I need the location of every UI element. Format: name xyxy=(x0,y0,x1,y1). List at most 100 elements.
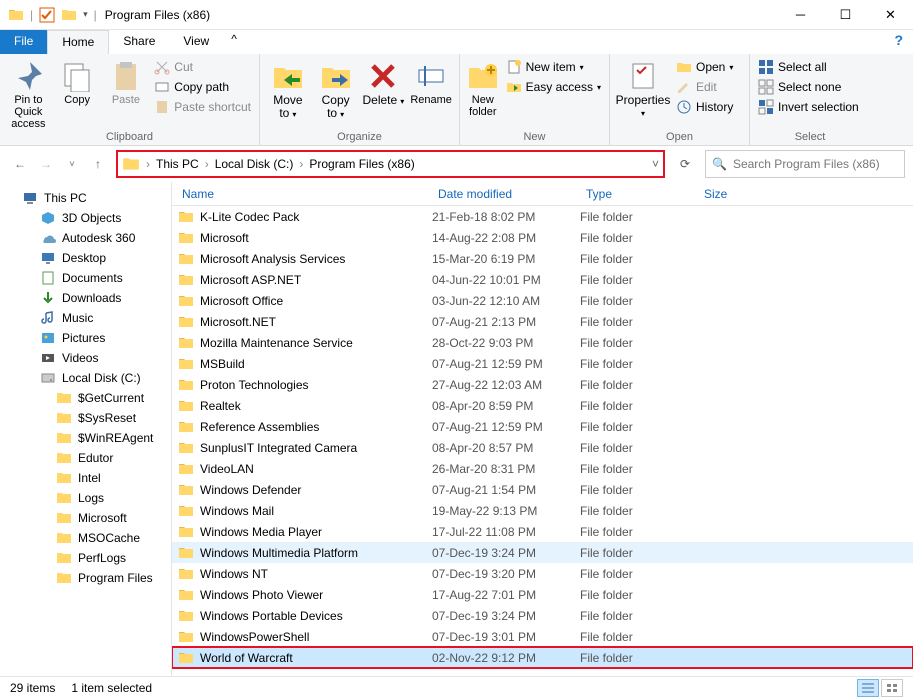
copy-path-button[interactable]: Copy path xyxy=(152,78,253,96)
select-all-button[interactable]: Select all xyxy=(756,58,861,76)
recent-dropdown-icon[interactable]: ˅ xyxy=(60,152,84,176)
up-button[interactable]: ↑ xyxy=(86,152,110,176)
column-header-date[interactable]: Date modified xyxy=(428,187,576,201)
table-row[interactable]: WindowsPowerShell07-Dec-19 3:01 PMFile f… xyxy=(172,626,913,647)
chevron-right-icon[interactable]: › xyxy=(203,157,211,171)
pin-to-quick-access-button[interactable]: Pin to Quick access xyxy=(6,58,51,130)
table-row[interactable]: Reference Assemblies07-Aug-21 12:59 PMFi… xyxy=(172,416,913,437)
sidebar-item[interactable]: Videos xyxy=(0,348,171,368)
paste-button[interactable]: Paste xyxy=(104,58,149,106)
file-type: File folder xyxy=(580,252,698,266)
search-input[interactable]: 🔍 Search Program Files (x86) xyxy=(705,150,905,178)
breadcrumb-part[interactable]: Program Files (x86) xyxy=(305,157,418,171)
sidebar-item[interactable]: Music xyxy=(0,308,171,328)
table-row[interactable]: Windows Portable Devices07-Dec-19 3:24 P… xyxy=(172,605,913,626)
table-row[interactable]: K-Lite Codec Pack21-Feb-18 8:02 PMFile f… xyxy=(172,206,913,227)
breadcrumb[interactable]: › This PC › Local Disk (C:) › Program Fi… xyxy=(116,150,665,178)
table-row[interactable]: Windows Multimedia Platform07-Dec-19 3:2… xyxy=(172,542,913,563)
invert-selection-button[interactable]: Invert selection xyxy=(756,98,861,116)
table-row[interactable]: Microsoft Office03-Jun-22 12:10 AMFile f… xyxy=(172,290,913,311)
tab-file[interactable]: File xyxy=(0,30,47,54)
table-row[interactable]: Microsoft14-Aug-22 2:08 PMFile folder xyxy=(172,227,913,248)
sidebar-item[interactable]: $SysReset xyxy=(0,408,171,428)
table-row[interactable]: Microsoft ASP.NET04-Jun-22 10:01 PMFile … xyxy=(172,269,913,290)
tab-home[interactable]: Home xyxy=(47,30,109,54)
move-to-button[interactable]: Move to ▾ xyxy=(266,58,310,120)
sidebar-item[interactable]: Intel xyxy=(0,468,171,488)
table-row[interactable]: World of Warcraft02-Nov-22 9:12 PMFile f… xyxy=(172,647,913,668)
sidebar-item[interactable]: $GetCurrent xyxy=(0,388,171,408)
copy-button[interactable]: Copy xyxy=(55,58,100,106)
ribbon-collapse-icon[interactable]: ^ xyxy=(223,30,245,54)
sidebar-item[interactable]: Pictures xyxy=(0,328,171,348)
tab-share[interactable]: Share xyxy=(109,30,169,54)
sidebar-item[interactable]: Microsoft xyxy=(0,508,171,528)
rename-button[interactable]: Rename xyxy=(409,58,453,106)
sidebar-item[interactable]: Documents xyxy=(0,268,171,288)
table-row[interactable]: VideoLAN26-Mar-20 8:31 PMFile folder xyxy=(172,458,913,479)
sidebar-item[interactable]: Edutor xyxy=(0,448,171,468)
breadcrumb-part[interactable]: This PC xyxy=(152,157,203,171)
cut-button[interactable]: Cut xyxy=(152,58,253,76)
table-row[interactable]: Realtek08-Apr-20 8:59 PMFile folder xyxy=(172,395,913,416)
column-header-type[interactable]: Type xyxy=(576,187,694,201)
sidebar-item-label: Program Files xyxy=(78,571,153,585)
details-view-icon[interactable] xyxy=(857,679,879,697)
copy-to-button[interactable]: Copy to ▾ xyxy=(314,58,358,120)
sidebar-item[interactable]: $WinREAgent xyxy=(0,428,171,448)
sidebar-item[interactable]: Logs xyxy=(0,488,171,508)
table-row[interactable]: Mozilla Maintenance Service28-Oct-22 9:0… xyxy=(172,332,913,353)
table-row[interactable]: Windows Mail19-May-22 9:13 PMFile folder xyxy=(172,500,913,521)
forward-button[interactable]: → xyxy=(34,152,58,176)
breadcrumb-dropdown-icon[interactable]: ˅ xyxy=(652,157,659,171)
open-button[interactable]: Open ▾ xyxy=(674,58,735,76)
properties-button[interactable]: Properties ▾ xyxy=(616,58,670,119)
table-row[interactable]: Windows Defender07-Aug-21 1:54 PMFile fo… xyxy=(172,479,913,500)
file-date: 08-Apr-20 8:57 PM xyxy=(432,441,580,455)
sidebar-item[interactable]: Local Disk (C:) xyxy=(0,368,171,388)
history-button[interactable]: History xyxy=(674,98,735,116)
sidebar-item-label: PerfLogs xyxy=(78,551,126,565)
delete-button[interactable]: Delete ▾ xyxy=(362,58,406,107)
chevron-right-icon[interactable]: › xyxy=(144,157,152,171)
breadcrumb-part[interactable]: Local Disk (C:) xyxy=(211,157,298,171)
table-row[interactable]: Windows Photo Viewer17-Aug-22 7:01 PMFil… xyxy=(172,584,913,605)
new-folder-button[interactable]: New folder xyxy=(466,58,500,118)
help-icon[interactable]: ? xyxy=(884,30,913,54)
sidebar-item[interactable]: Program Files xyxy=(0,568,171,588)
sidebar-item[interactable]: Downloads xyxy=(0,288,171,308)
easy-access-button[interactable]: Easy access ▾ xyxy=(504,78,603,96)
navigation-pane[interactable]: This PC3D ObjectsAutodesk 360DesktopDocu… xyxy=(0,182,172,676)
paste-shortcut-button[interactable]: Paste shortcut xyxy=(152,98,253,116)
table-row[interactable]: Microsoft Analysis Services15-Mar-20 6:1… xyxy=(172,248,913,269)
tab-view[interactable]: View xyxy=(169,30,223,54)
close-button[interactable]: ✕ xyxy=(868,0,913,30)
table-row[interactable]: Windows Media Player17-Jul-22 11:08 PMFi… xyxy=(172,521,913,542)
sidebar-item[interactable]: PerfLogs xyxy=(0,548,171,568)
table-row[interactable]: Microsoft.NET07-Aug-21 2:13 PMFile folde… xyxy=(172,311,913,332)
folder-icon[interactable] xyxy=(61,7,77,23)
sidebar-item[interactable]: This PC xyxy=(0,188,171,208)
sidebar-item[interactable]: MSOCache xyxy=(0,528,171,548)
table-row[interactable]: MSBuild07-Aug-21 12:59 PMFile folder xyxy=(172,353,913,374)
sidebar-item[interactable]: Autodesk 360 xyxy=(0,228,171,248)
maximize-button[interactable]: ☐ xyxy=(823,0,868,30)
qat-dropdown-icon[interactable]: ▾ xyxy=(83,9,88,20)
file-list[interactable]: K-Lite Codec Pack21-Feb-18 8:02 PMFile f… xyxy=(172,206,913,676)
table-row[interactable]: Proton Technologies27-Aug-22 12:03 AMFil… xyxy=(172,374,913,395)
minimize-button[interactable]: ─ xyxy=(778,0,823,30)
column-header-size[interactable]: Size xyxy=(694,187,774,201)
column-header-name[interactable]: Name xyxy=(172,187,428,201)
large-icons-view-icon[interactable] xyxy=(881,679,903,697)
checkbox-icon[interactable] xyxy=(39,7,55,23)
new-item-button[interactable]: New item ▾ xyxy=(504,58,603,76)
select-none-button[interactable]: Select none xyxy=(756,78,861,96)
edit-button[interactable]: Edit xyxy=(674,78,735,96)
back-button[interactable]: ← xyxy=(8,152,32,176)
sidebar-item[interactable]: 3D Objects xyxy=(0,208,171,228)
sidebar-item[interactable]: Desktop xyxy=(0,248,171,268)
refresh-button[interactable]: ⟳ xyxy=(671,150,699,178)
table-row[interactable]: Windows NT07-Dec-19 3:20 PMFile folder xyxy=(172,563,913,584)
table-row[interactable]: SunplusIT Integrated Camera08-Apr-20 8:5… xyxy=(172,437,913,458)
chevron-right-icon[interactable]: › xyxy=(297,157,305,171)
